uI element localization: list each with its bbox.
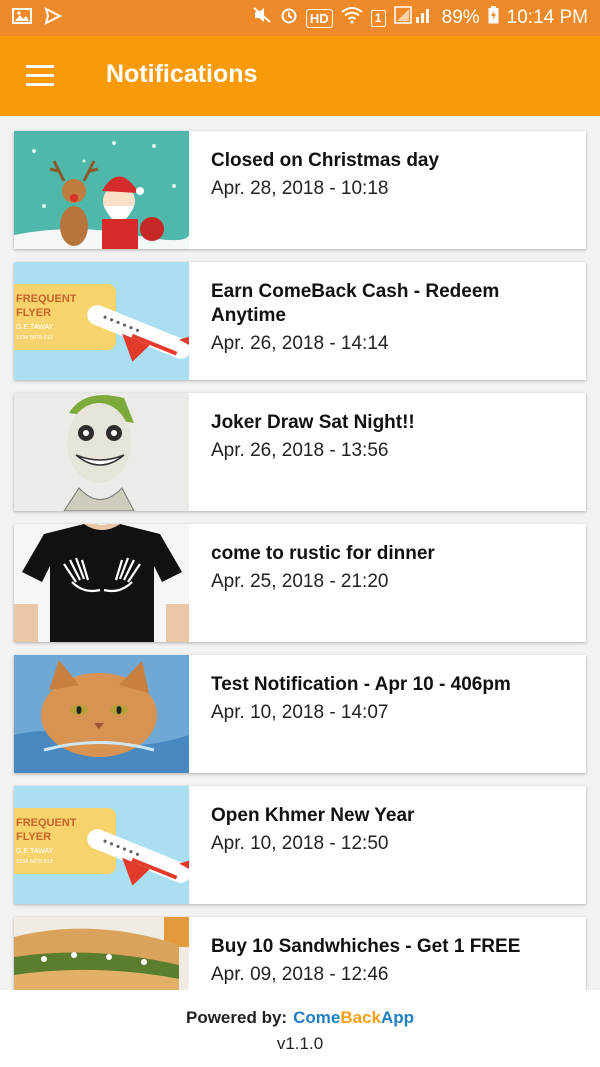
brand-part-2: Back	[340, 1008, 381, 1027]
christmas-thumbnail	[14, 131, 189, 249]
battery-percent: 89%	[441, 7, 480, 28]
notification-date: Apr. 10, 2018 - 14:07	[211, 702, 389, 723]
notification-title: Test Notification - Apr 10 - 406pm	[211, 674, 511, 695]
status-left-icons	[12, 6, 63, 30]
notification-card[interactable]: FREQUENT FLYER G.E.TAWAY 1234 5678 912 O…	[14, 786, 586, 904]
notification-list[interactable]: Closed on Christmas day Apr. 28, 2018 - …	[0, 116, 600, 990]
flyer-line-1: FREQUENT	[16, 817, 77, 829]
notification-card[interactable]: Joker Draw Sat Night!! Apr. 26, 2018 - 1…	[14, 393, 586, 511]
notification-card[interactable]: Buy 10 Sandwhiches - Get 1 FREE Apr. 09,…	[14, 917, 586, 990]
notification-title: come to rustic for dinner	[211, 543, 435, 564]
wifi-icon	[341, 6, 363, 30]
status-bar: HD 1 89% 10:14 PM	[0, 0, 600, 36]
notification-title: Closed on Christmas day	[211, 150, 440, 171]
flyer-line-3: G.E.TAWAY	[16, 848, 54, 855]
notification-card[interactable]: FREQUENT FLYER G.E.TAWAY 1234 5678 912 E…	[14, 262, 586, 380]
footer: Powered by: ComeBackApp v1.1.0	[0, 990, 600, 1067]
app-version: v1.1.0	[276, 1034, 324, 1053]
app-bar: Notifications	[0, 36, 600, 116]
brand-link[interactable]: ComeBackApp	[293, 1008, 414, 1027]
notification-title: Joker Draw Sat Night!!	[211, 412, 415, 433]
flyer-line-4: 1234 5678 912	[16, 859, 53, 865]
send-icon	[44, 6, 63, 30]
flyer-line-1: FREQUENT	[16, 293, 77, 305]
notification-date: Apr. 26, 2018 - 14:14	[211, 333, 389, 354]
notification-title: Earn ComeBack Cash - Redeem Anytime	[211, 281, 500, 326]
powered-by-label: Powered by:	[185, 1008, 288, 1027]
notification-date: Apr. 10, 2018 - 12:50	[211, 833, 389, 854]
battery-charging-icon	[488, 6, 499, 30]
powered-by: Powered by: ComeBackApp	[0, 1008, 600, 1028]
notification-title: Open Khmer New Year	[211, 805, 415, 826]
frequent-flyer-thumbnail: FREQUENT FLYER G.E.TAWAY 1234 5678 912	[14, 786, 189, 904]
sim-badge: 1	[370, 9, 386, 27]
cat-thumbnail	[14, 655, 189, 773]
notification-title: Buy 10 Sandwhiches - Get 1 FREE	[211, 936, 521, 957]
flyer-line-3: G.E.TAWAY	[16, 324, 54, 331]
mute-icon	[252, 6, 272, 30]
notification-card[interactable]: come to rustic for dinner Apr. 25, 2018 …	[14, 524, 586, 642]
hd-badge: HD	[305, 8, 333, 28]
alarm-icon	[280, 6, 298, 30]
joker-thumbnail	[14, 393, 189, 511]
notification-date: Apr. 25, 2018 - 21:20	[211, 571, 389, 592]
signal-icon	[393, 6, 434, 30]
page-title: Notifications	[106, 60, 258, 88]
notification-date: Apr. 26, 2018 - 13:56	[211, 440, 389, 461]
status-right-icons: HD 1 89% 10:14 PM	[252, 6, 588, 30]
flyer-line-2: FLYER	[16, 307, 51, 319]
notification-date: Apr. 28, 2018 - 10:18	[211, 178, 389, 199]
frequent-flyer-thumbnail: FREQUENT FLYER G.E.TAWAY 1234 5678 912	[14, 262, 189, 380]
brand-part-3: App	[380, 1008, 414, 1027]
tshirt-thumbnail	[14, 524, 189, 642]
notification-date: Apr. 09, 2018 - 12:46	[211, 964, 389, 985]
flyer-line-4: 1234 5678 912	[16, 335, 53, 341]
sandwich-thumbnail	[14, 917, 189, 990]
flyer-line-2: FLYER	[16, 831, 51, 843]
hamburger-menu-icon[interactable]	[26, 65, 54, 87]
brand-part-1: Come	[293, 1008, 341, 1027]
notification-card[interactable]: Closed on Christmas day Apr. 28, 2018 - …	[14, 131, 586, 249]
notification-card[interactable]: Test Notification - Apr 10 - 406pm Apr. …	[14, 655, 586, 773]
gallery-icon	[12, 7, 32, 30]
clock: 10:14 PM	[506, 7, 588, 28]
